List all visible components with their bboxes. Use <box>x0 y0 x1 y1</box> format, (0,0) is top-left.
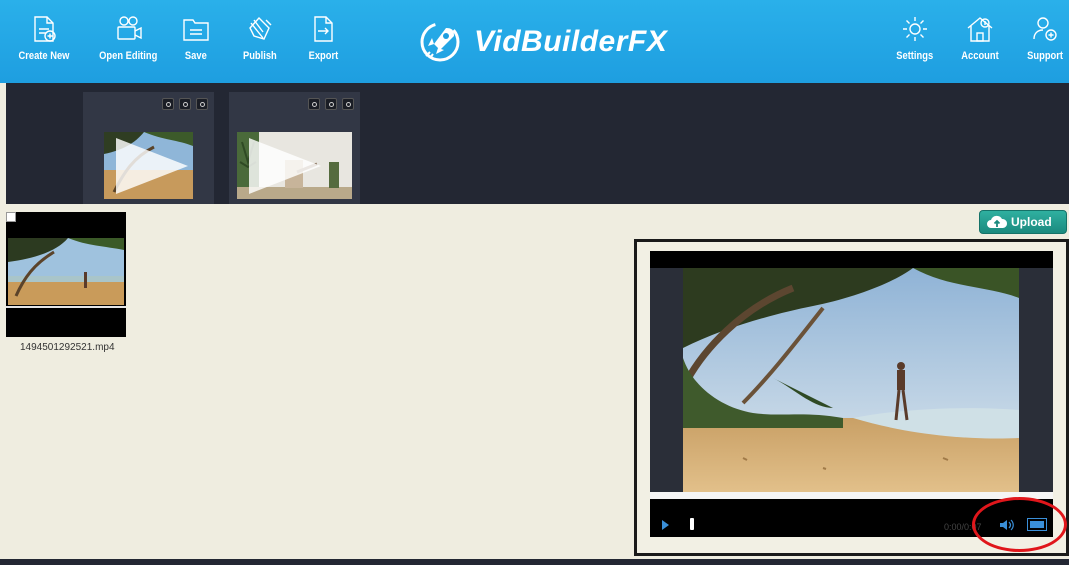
publish-hand-icon <box>249 16 272 40</box>
player-progress-bar[interactable] <box>650 492 1053 499</box>
save-label: Save <box>185 50 207 62</box>
open-editing-button[interactable]: Open Editing <box>94 14 162 70</box>
upload-label: Upload <box>1011 215 1052 229</box>
play-icon[interactable] <box>662 520 669 530</box>
publish-button[interactable]: Publish <box>240 14 280 70</box>
timeline-clip[interactable] <box>229 92 360 204</box>
media-filename: 1494501292521.mp4 <box>20 342 115 353</box>
play-overlay-icon <box>116 138 188 194</box>
clip-refresh-button[interactable] <box>325 98 337 110</box>
scrubber-handle[interactable] <box>690 518 694 530</box>
support-label: Support <box>1027 50 1064 62</box>
export-label: Export <box>308 50 339 62</box>
video-camera-icon <box>117 16 142 40</box>
settings-button[interactable]: Settings <box>893 14 936 70</box>
clip-lock-button[interactable] <box>308 98 320 110</box>
gear-icon <box>902 17 927 41</box>
clip-refresh-button[interactable] <box>179 98 191 110</box>
cloud-upload-icon <box>987 215 1008 228</box>
beach-media-image <box>8 238 124 305</box>
vidbuilderfx-logo: VidBuilderFX <box>416 18 667 66</box>
clip-thumbnail[interactable] <box>237 132 352 199</box>
annotation-circle <box>972 497 1067 552</box>
folder-icon <box>183 19 209 41</box>
clip-lock-button[interactable] <box>162 98 174 110</box>
create-new-label: Create New <box>18 50 70 62</box>
new-document-icon <box>34 16 56 42</box>
brand-name: VidBuilderFX <box>474 25 668 58</box>
clip-controls <box>162 98 208 110</box>
clip-settings-button[interactable] <box>342 98 354 110</box>
timeline-clip[interactable] <box>83 92 214 204</box>
video-viewport[interactable] <box>683 268 1019 492</box>
bottom-bar <box>0 559 1069 565</box>
account-button[interactable]: Account <box>958 14 1002 70</box>
video-player: 0:00/0:07 <box>650 251 1053 537</box>
support-user-icon <box>1033 17 1057 41</box>
clip-controls <box>308 98 354 110</box>
timeline-strip <box>6 83 1069 204</box>
player-top-bar <box>650 251 1053 268</box>
media-thumbnail-divider <box>6 306 126 308</box>
clip-thumbnail[interactable] <box>104 132 193 199</box>
media-thumbnail[interactable] <box>8 238 124 305</box>
play-overlay-icon <box>249 138 321 194</box>
publish-label: Publish <box>242 50 277 62</box>
upload-button[interactable]: Upload <box>979 210 1067 234</box>
settings-label: Settings <box>896 50 934 62</box>
export-button[interactable]: Export <box>306 14 341 70</box>
beach-video-frame <box>683 268 1019 492</box>
clip-settings-button[interactable] <box>196 98 208 110</box>
create-new-button[interactable]: Create New <box>14 14 74 70</box>
export-document-icon <box>314 16 334 42</box>
rocket-logo-icon <box>420 22 460 62</box>
account-house-icon <box>967 17 993 42</box>
account-label: Account <box>961 50 999 62</box>
top-toolbar: Create New Open Editing Save Publish Exp… <box>0 0 1069 83</box>
save-button[interactable]: Save <box>181 14 211 70</box>
support-button[interactable]: Support <box>1024 14 1066 70</box>
open-editing-label: Open Editing <box>99 50 158 62</box>
media-library-item[interactable] <box>6 212 126 337</box>
media-select-checkbox[interactable] <box>6 212 16 222</box>
